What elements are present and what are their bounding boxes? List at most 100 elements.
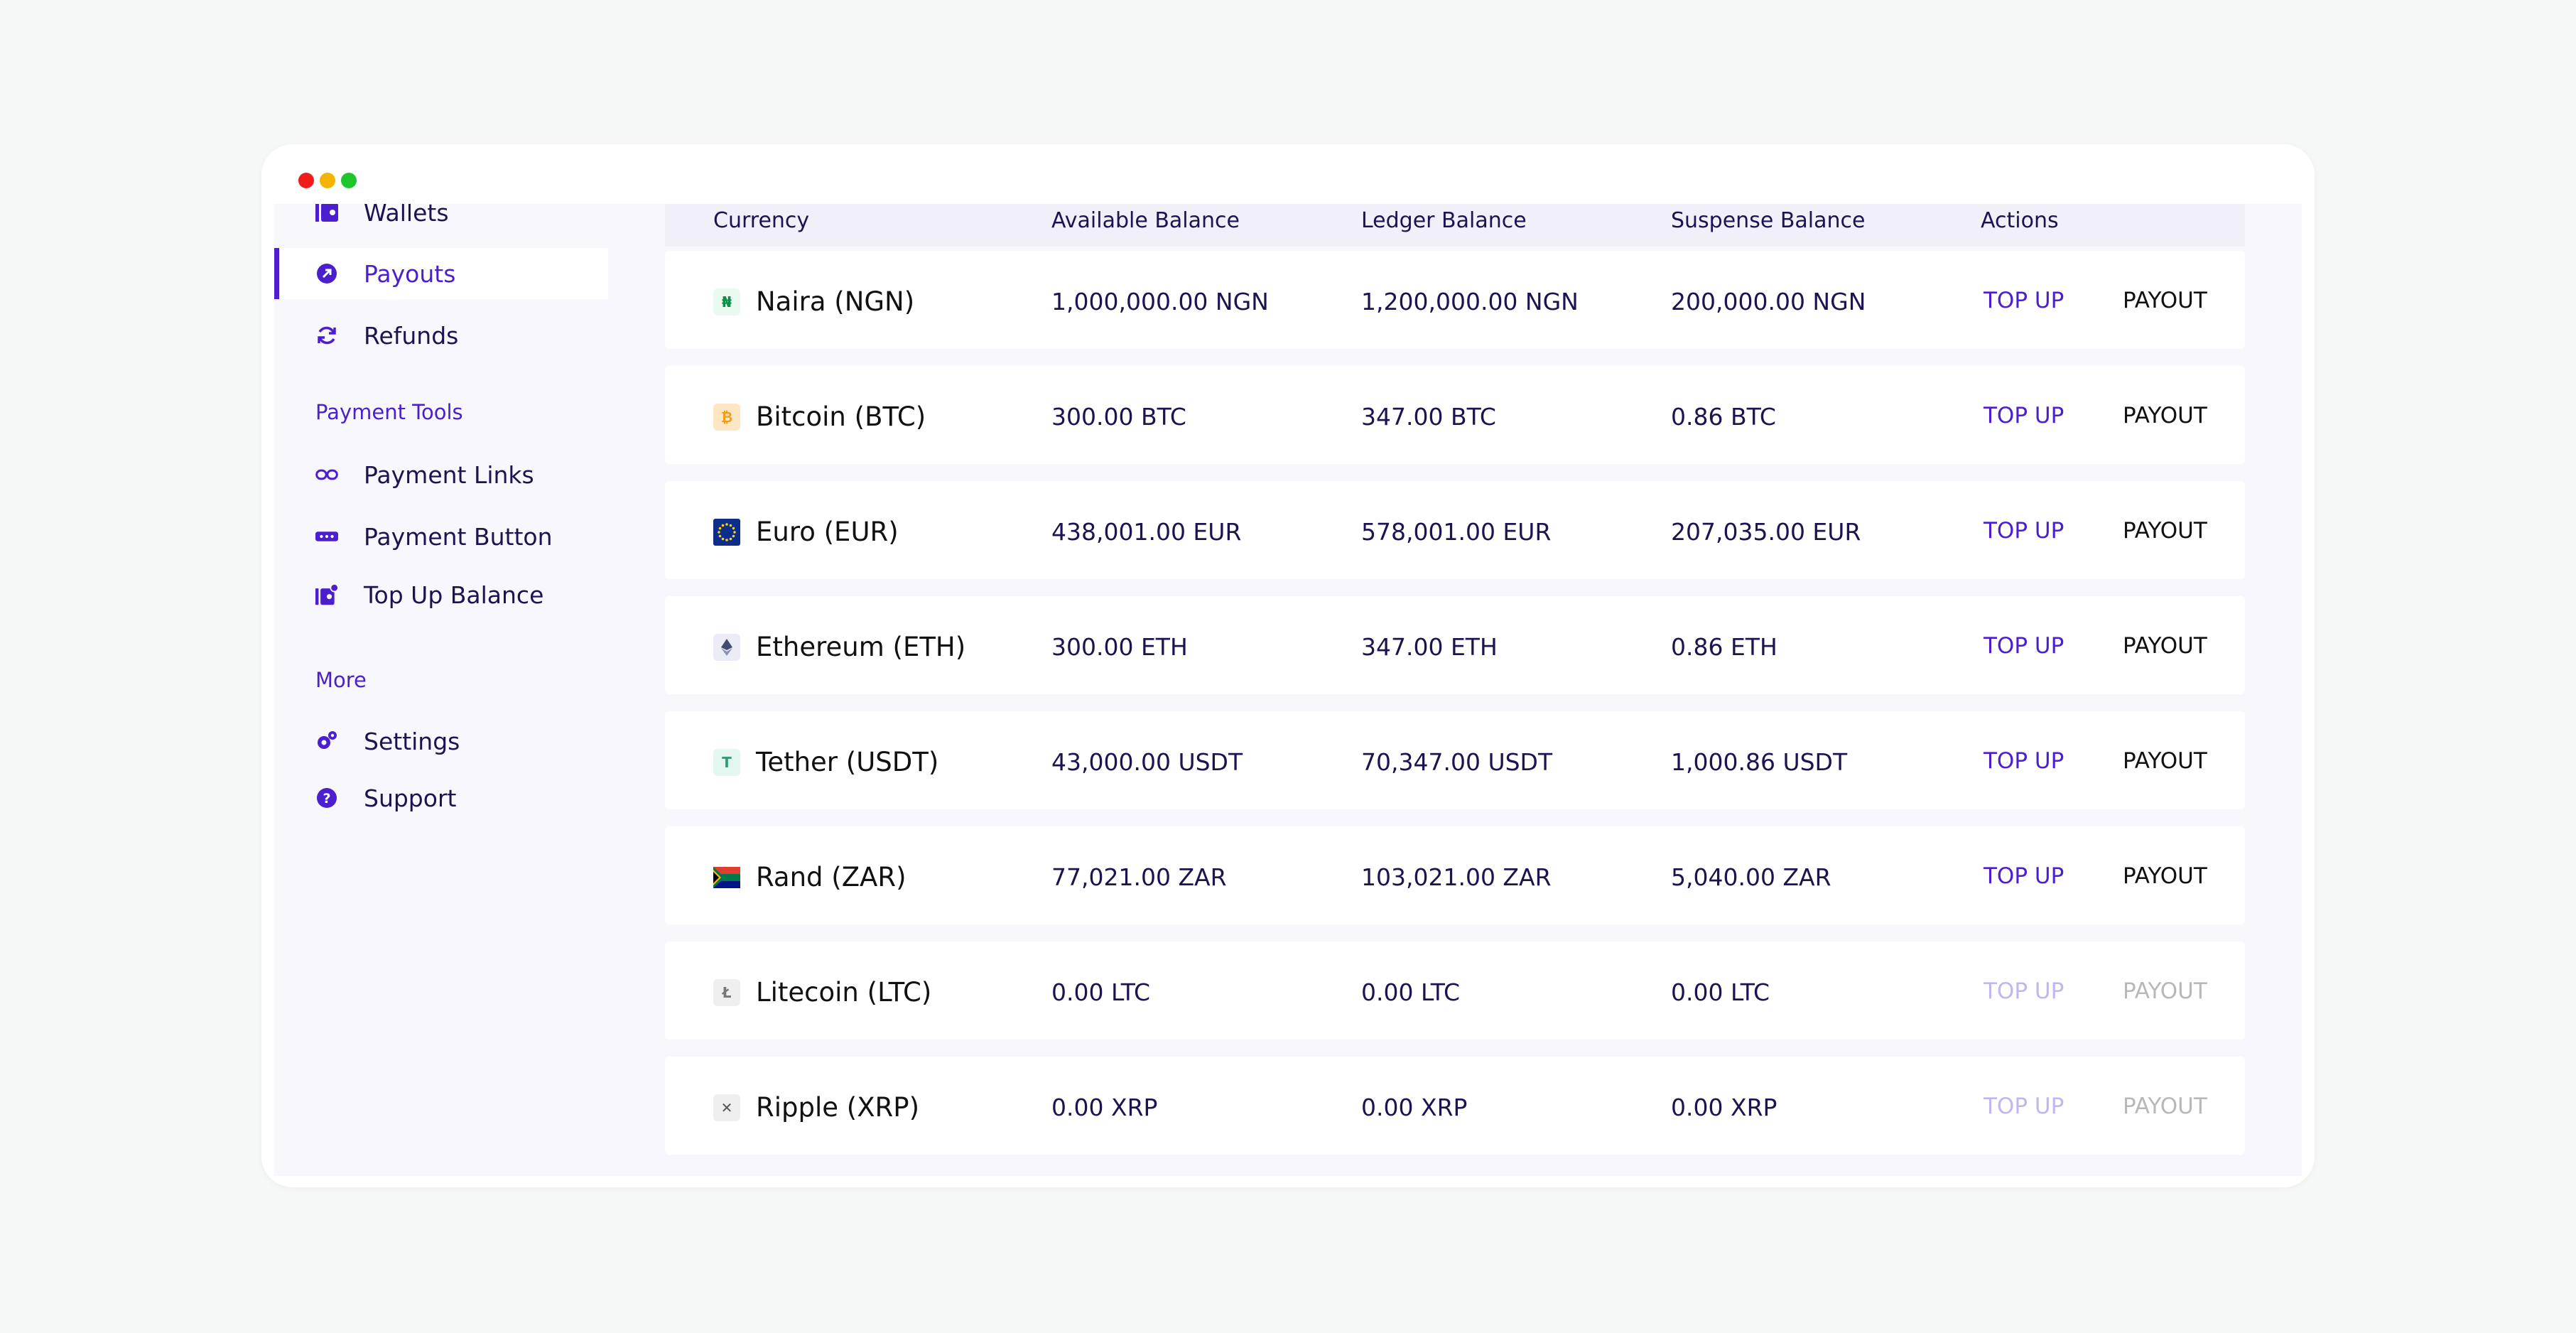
currency-name: Bitcoin (BTC) bbox=[756, 401, 926, 432]
section-title-more: More bbox=[315, 668, 367, 692]
payout-button[interactable]: PAYOUT bbox=[2123, 1094, 2207, 1119]
litecoin-icon: Ł bbox=[713, 979, 740, 1006]
sidebar: Wallets Payouts Refunds Payment Tools Pa… bbox=[274, 204, 608, 1176]
ledger-balance: 347.00 ETH bbox=[1361, 633, 1498, 661]
close-window-button[interactable] bbox=[298, 173, 314, 188]
sidebar-item-payouts[interactable]: Payouts bbox=[274, 248, 608, 299]
available-balance: 0.00 XRP bbox=[1051, 1094, 1158, 1121]
table-row: T Tether (USDT) 43,000.00 USDT 70,347.00… bbox=[665, 711, 2245, 809]
currency-name: Ethereum (ETH) bbox=[756, 632, 966, 662]
wallet-balances-table: Currency Available Balance Ledger Balanc… bbox=[608, 204, 2302, 1176]
button-icon bbox=[315, 525, 338, 548]
naira-icon: ₦ bbox=[713, 288, 740, 315]
ledger-balance: 103,021.00 ZAR bbox=[1361, 863, 1552, 891]
app-content: Wallets Payouts Refunds Payment Tools Pa… bbox=[274, 204, 2302, 1176]
sidebar-item-wallets[interactable]: Wallets bbox=[274, 204, 608, 238]
top-up-button[interactable]: TOP UP bbox=[1984, 518, 2064, 544]
suspense-balance: 207,035.00 EUR bbox=[1671, 518, 1861, 546]
sidebar-item-label: Refunds bbox=[364, 321, 459, 350]
suspense-balance: 0.86 BTC bbox=[1671, 403, 1776, 431]
maximize-window-button[interactable] bbox=[341, 173, 357, 188]
help-icon: ? bbox=[315, 787, 338, 809]
payout-button[interactable]: PAYOUT bbox=[2123, 863, 2207, 889]
minimize-window-button[interactable] bbox=[320, 173, 335, 188]
payout-icon bbox=[315, 262, 338, 285]
sidebar-item-top-up-balance[interactable]: Top Up Balance bbox=[274, 569, 608, 620]
column-header-suspense-balance: Suspense Balance bbox=[1671, 208, 1866, 233]
payout-button[interactable]: PAYOUT bbox=[2123, 633, 2207, 659]
currency-name: Euro (EUR) bbox=[756, 517, 899, 547]
available-balance: 300.00 BTC bbox=[1051, 403, 1186, 431]
top-up-button[interactable]: TOP UP bbox=[1984, 403, 2064, 428]
payout-button[interactable]: PAYOUT bbox=[2123, 978, 2207, 1004]
sidebar-item-label: Wallets bbox=[364, 204, 449, 227]
top-up-button[interactable]: TOP UP bbox=[1984, 1094, 2064, 1119]
top-up-button[interactable]: TOP UP bbox=[1984, 748, 2064, 774]
table-row: ✕ Ripple (XRP) 0.00 XRP 0.00 XRP 0.00 XR… bbox=[665, 1057, 2245, 1155]
sidebar-item-refunds[interactable]: Refunds bbox=[274, 310, 608, 361]
top-up-button[interactable]: TOP UP bbox=[1984, 863, 2064, 889]
column-header-currency: Currency bbox=[713, 208, 810, 233]
tether-icon: T bbox=[713, 749, 740, 776]
column-header-actions: Actions bbox=[1981, 208, 2059, 233]
suspense-balance: 0.86 ETH bbox=[1671, 633, 1777, 661]
table-row: ₦ Naira (NGN) 1,000,000.00 NGN 1,200,000… bbox=[665, 251, 2245, 349]
table-row: Rand (ZAR) 77,021.00 ZAR 103,021.00 ZAR … bbox=[665, 826, 2245, 924]
suspense-balance: 0.00 XRP bbox=[1671, 1094, 1777, 1121]
sidebar-item-settings[interactable]: Settings bbox=[274, 716, 608, 767]
suspense-balance: 5,040.00 ZAR bbox=[1671, 863, 1831, 891]
svg-text:?: ? bbox=[323, 791, 330, 806]
ripple-icon: ✕ bbox=[713, 1094, 740, 1121]
available-balance: 77,021.00 ZAR bbox=[1051, 863, 1227, 891]
available-balance: 300.00 ETH bbox=[1051, 633, 1188, 661]
currency-name: Litecoin (LTC) bbox=[756, 977, 932, 1008]
ethereum-icon bbox=[713, 634, 740, 661]
payout-button[interactable]: PAYOUT bbox=[2123, 403, 2207, 428]
available-balance: 0.00 LTC bbox=[1051, 978, 1151, 1006]
sidebar-item-label: Support bbox=[364, 784, 457, 812]
column-header-available-balance: Available Balance bbox=[1051, 208, 1240, 233]
suspense-balance: 200,000.00 NGN bbox=[1671, 288, 1866, 315]
ledger-balance: 347.00 BTC bbox=[1361, 403, 1496, 431]
currency-name: Tether (USDT) bbox=[756, 747, 939, 777]
gear-icon bbox=[315, 730, 338, 752]
wallet-icon bbox=[315, 204, 338, 224]
section-title-payment-tools: Payment Tools bbox=[315, 400, 463, 424]
table-row: Ethereum (ETH) 300.00 ETH 347.00 ETH 0.8… bbox=[665, 596, 2245, 694]
ledger-balance: 70,347.00 USDT bbox=[1361, 748, 1553, 776]
suspense-balance: 1,000.86 USDT bbox=[1671, 748, 1848, 776]
sidebar-item-payment-links[interactable]: Payment Links bbox=[274, 449, 608, 500]
sidebar-item-label: Payment Button bbox=[364, 522, 553, 551]
currency-name: Ripple (XRP) bbox=[756, 1092, 920, 1123]
available-balance: 438,001.00 EUR bbox=[1051, 518, 1242, 546]
currency-name: Naira (NGN) bbox=[756, 286, 915, 317]
table-row: ₿ Bitcoin (BTC) 300.00 BTC 347.00 BTC 0.… bbox=[665, 366, 2245, 464]
ledger-balance: 0.00 XRP bbox=[1361, 1094, 1468, 1121]
sidebar-item-label: Payment Links bbox=[364, 460, 534, 489]
currency-name: Rand (ZAR) bbox=[756, 862, 907, 892]
sidebar-item-label: Settings bbox=[364, 727, 460, 755]
top-up-button[interactable]: TOP UP bbox=[1984, 633, 2064, 659]
eu-flag-icon bbox=[713, 519, 740, 546]
app-window: Wallets Payouts Refunds Payment Tools Pa… bbox=[261, 144, 2315, 1187]
column-header-ledger-balance: Ledger Balance bbox=[1361, 208, 1527, 233]
top-up-button[interactable]: TOP UP bbox=[1984, 978, 2064, 1004]
sidebar-item-support[interactable]: ? Support bbox=[274, 772, 608, 824]
table-row: Euro (EUR) 438,001.00 EUR 578,001.00 EUR… bbox=[665, 481, 2245, 579]
ledger-balance: 578,001.00 EUR bbox=[1361, 518, 1552, 546]
sidebar-item-payment-button[interactable]: Payment Button bbox=[274, 511, 608, 562]
payout-button[interactable]: PAYOUT bbox=[2123, 288, 2207, 313]
south-africa-flag-icon bbox=[713, 864, 740, 891]
sidebar-item-label: Top Up Balance bbox=[364, 581, 544, 609]
wallet-plus-icon bbox=[315, 583, 338, 606]
window-titlebar bbox=[261, 144, 2315, 204]
link-icon bbox=[315, 463, 338, 486]
available-balance: 43,000.00 USDT bbox=[1051, 748, 1243, 776]
table-header: Currency Available Balance Ledger Balanc… bbox=[665, 204, 2245, 247]
bitcoin-icon: ₿ bbox=[713, 404, 740, 431]
payout-button[interactable]: PAYOUT bbox=[2123, 748, 2207, 774]
suspense-balance: 0.00 LTC bbox=[1671, 978, 1770, 1006]
payout-button[interactable]: PAYOUT bbox=[2123, 518, 2207, 544]
table-row: Ł Litecoin (LTC) 0.00 LTC 0.00 LTC 0.00 … bbox=[665, 941, 2245, 1040]
top-up-button[interactable]: TOP UP bbox=[1984, 288, 2064, 313]
